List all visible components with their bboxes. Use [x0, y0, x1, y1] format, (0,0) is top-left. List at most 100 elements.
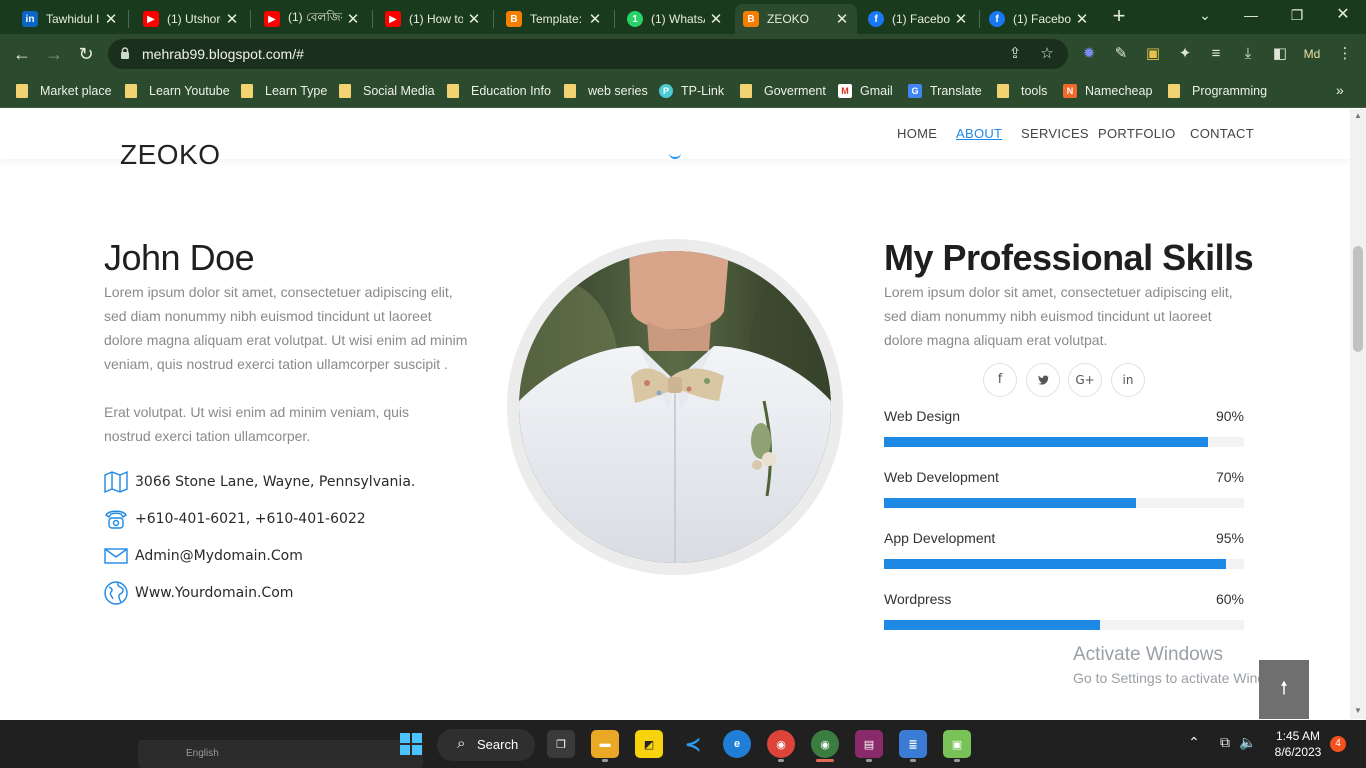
- language-bar[interactable]: English: [138, 740, 423, 768]
- bookmark-learn-youtube[interactable]: Learn Youtube: [125, 82, 230, 100]
- nav-portfolio[interactable]: PORTFOLIO: [1098, 126, 1176, 141]
- tab-linkedin[interactable]: in Tawhidul Is ✕: [14, 4, 126, 34]
- close-icon[interactable]: ✕: [225, 10, 239, 28]
- bookmark-market-place[interactable]: Market place: [16, 82, 112, 100]
- tab-zeoko[interactable]: B ZEOKO ✕: [735, 4, 857, 34]
- reading-list-icon[interactable]: ≡: [1207, 45, 1225, 63]
- reload-button[interactable]: ↻: [74, 42, 98, 66]
- tab-youtube-2[interactable]: ▶ (1) বেলজিয় ✕: [256, 4, 368, 34]
- close-icon[interactable]: ✕: [467, 10, 481, 28]
- tab-divider: [979, 10, 980, 28]
- scroll-to-top-button[interactable]: 🠕: [1259, 660, 1309, 719]
- close-window-button[interactable]: ✕: [1320, 2, 1366, 30]
- folder-icon: [997, 84, 1009, 98]
- notepad-icon[interactable]: ≣: [899, 730, 927, 758]
- start-button[interactable]: [397, 730, 425, 758]
- close-icon[interactable]: ✕: [954, 10, 968, 28]
- bookmark-web-series[interactable]: web series: [564, 82, 648, 100]
- linkedin-icon[interactable]: in: [1111, 363, 1145, 397]
- menu-kebab-icon[interactable]: ⋮: [1336, 45, 1354, 63]
- tab-facebook-2[interactable]: f (1) Facebo ✕: [981, 4, 1097, 34]
- chrome-icon[interactable]: ◉: [767, 730, 795, 758]
- side-panel-icon[interactable]: ◧: [1271, 45, 1289, 63]
- folder-icon: [16, 84, 28, 98]
- site-logo[interactable]: ZEOKO: [120, 139, 221, 171]
- skills-paragraph: Lorem ipsum dolor sit amet, consectetuer…: [884, 284, 1233, 348]
- nav-home[interactable]: HOME: [897, 126, 937, 141]
- volume-icon[interactable]: 🔈: [1238, 734, 1258, 751]
- mail-icon: [104, 548, 128, 564]
- bookmark-learn-type[interactable]: Learn Type: [241, 82, 327, 100]
- globe-icon: [104, 581, 128, 605]
- file-explorer-icon[interactable]: ▬: [591, 730, 619, 758]
- nav-about[interactable]: ABOUT: [956, 126, 1002, 141]
- download-icon[interactable]: ⤓: [1239, 45, 1257, 63]
- new-tab-button[interactable]: +: [1107, 4, 1131, 30]
- tab-youtube-1[interactable]: ▶ (1) Utshorg ✕: [135, 4, 247, 34]
- notification-badge[interactable]: 4: [1330, 736, 1346, 752]
- profile-name: John Doe: [104, 237, 255, 278]
- bookmarks-overflow-icon[interactable]: »: [1336, 82, 1344, 98]
- close-icon[interactable]: ✕: [346, 10, 360, 28]
- back-button[interactable]: ←: [10, 42, 34, 66]
- close-icon[interactable]: ✕: [709, 10, 723, 28]
- winrar-icon[interactable]: ▤: [855, 730, 883, 758]
- youtube-icon: ▶: [264, 11, 280, 27]
- forward-button[interactable]: →: [42, 42, 66, 66]
- address-bar[interactable]: mehrab99.blogspot.com/# ⇪ ☆: [108, 39, 1068, 69]
- restore-button[interactable]: ❐: [1274, 2, 1320, 30]
- bookmark-tools[interactable]: tools: [997, 82, 1047, 100]
- scrollbar-thumb[interactable]: [1353, 246, 1363, 352]
- tab-search-chevron-icon[interactable]: ⌄: [1182, 2, 1228, 30]
- scroll-down-icon[interactable]: ▼: [1354, 707, 1362, 715]
- close-icon[interactable]: ✕: [1075, 10, 1089, 28]
- tray-chevron-icon[interactable]: ⌃: [1184, 734, 1204, 751]
- facebook-icon[interactable]: f: [983, 363, 1017, 397]
- scroll-up-icon[interactable]: ▲: [1354, 112, 1362, 120]
- bookmark-gmail[interactable]: M Gmail: [838, 82, 893, 100]
- bookmark-translate[interactable]: G Translate: [908, 82, 982, 100]
- extension-image-icon[interactable]: ▣: [1144, 45, 1162, 63]
- close-icon[interactable]: ✕: [588, 10, 602, 28]
- extension-pen-icon[interactable]: ✎: [1112, 45, 1130, 63]
- bookmark-education-info[interactable]: Education Info: [447, 82, 551, 100]
- skill-label: Web Design: [884, 408, 961, 424]
- page-scrollbar[interactable]: ▲ ▼: [1350, 109, 1366, 719]
- extension-gear-icon[interactable]: ✹: [1080, 45, 1098, 63]
- skill-bar-fill: [884, 559, 1226, 569]
- edge-icon[interactable]: e: [723, 730, 751, 758]
- phone-icon: [105, 510, 127, 529]
- extensions-puzzle-icon[interactable]: ✦: [1176, 45, 1194, 63]
- close-icon[interactable]: ✕: [104, 10, 118, 28]
- profile-avatar[interactable]: Md: [1299, 43, 1325, 65]
- tplink-icon: P: [659, 84, 673, 98]
- tab-facebook-1[interactable]: f (1) Facebo ✕: [860, 4, 976, 34]
- tab-whatsapp[interactable]: 1 (1) WhatsA ✕: [619, 4, 731, 34]
- nav-contact[interactable]: CONTACT: [1190, 126, 1254, 141]
- bookmark-star-icon[interactable]: ☆: [1038, 45, 1056, 63]
- bookmark-namecheap[interactable]: N Namecheap: [1063, 82, 1152, 100]
- android-studio-icon[interactable]: ▣: [943, 730, 971, 758]
- system-clock[interactable]: 1:45 AM 8/6/2023: [1266, 728, 1330, 760]
- running-indicator: [866, 759, 872, 762]
- vscode-icon[interactable]: ≺: [679, 730, 707, 758]
- contact-phone: +610-401-6021, +610-401-6022: [104, 506, 366, 532]
- google-plus-icon[interactable]: G+: [1068, 363, 1102, 397]
- twitter-icon[interactable]: [1026, 363, 1060, 397]
- minimize-button[interactable]: —: [1228, 2, 1274, 30]
- sticky-notes-icon[interactable]: ◩: [635, 730, 663, 758]
- network-icon[interactable]: ⧉: [1215, 734, 1235, 751]
- bookmark-tp-link[interactable]: P TP-Link: [659, 82, 724, 100]
- taskbar-search[interactable]: ⌕ Search: [437, 729, 535, 761]
- tab-youtube-3[interactable]: ▶ (1) How to ✕: [377, 4, 489, 34]
- chrome-profile-icon[interactable]: ◉: [811, 730, 839, 758]
- skill-bar-fill: [884, 498, 1136, 508]
- bookmark-programming[interactable]: Programming: [1168, 82, 1267, 100]
- bookmark-goverment[interactable]: Goverment: [740, 82, 826, 100]
- close-icon[interactable]: ✕: [835, 10, 849, 28]
- bookmark-social-media[interactable]: Social Media: [339, 82, 435, 100]
- tab-blogger-template[interactable]: B Template: I ✕: [498, 4, 610, 34]
- task-view-icon[interactable]: ❐: [547, 730, 575, 758]
- share-icon[interactable]: ⇪: [1006, 45, 1024, 63]
- nav-services[interactable]: SERVICES: [1021, 126, 1089, 141]
